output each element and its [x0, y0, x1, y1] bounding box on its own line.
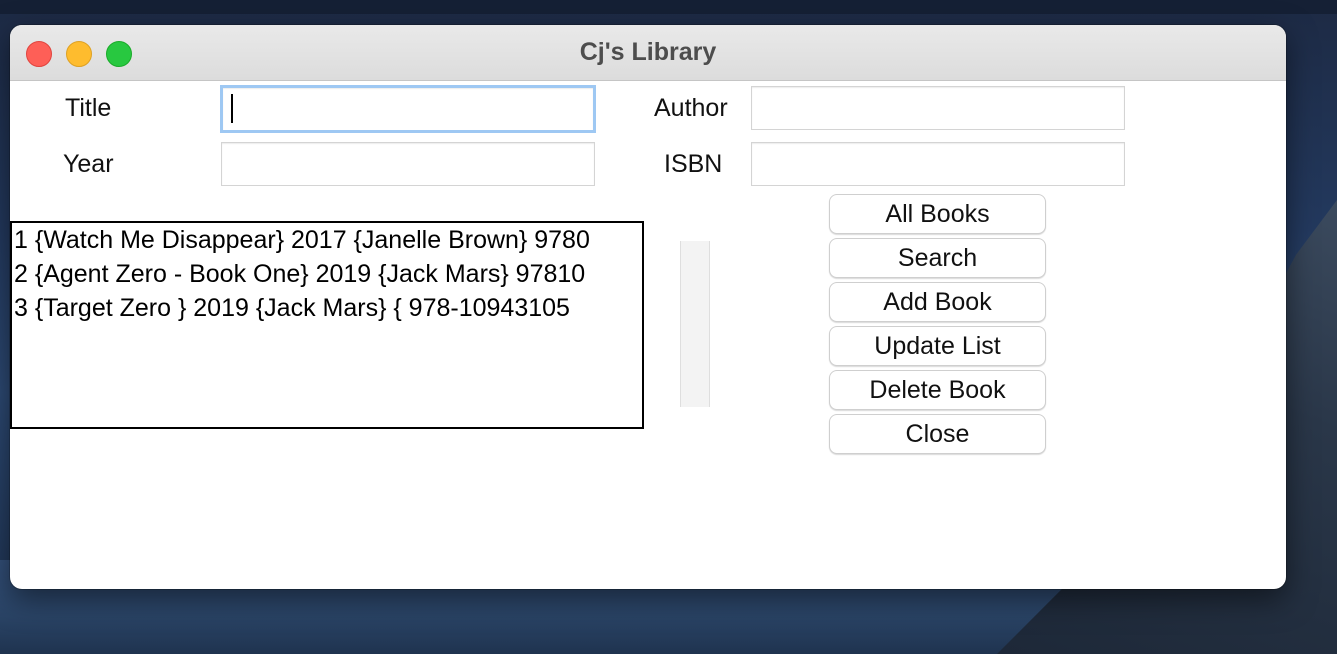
year-label: Year	[63, 150, 114, 178]
window-title: Cj's Library	[579, 38, 717, 66]
title-bar[interactable]: Cj's Library	[10, 25, 1286, 81]
desktop-menubar	[0, 0, 1337, 14]
delete-book-button[interactable]: Delete Book	[829, 370, 1046, 410]
list-item[interactable]: 1 {Watch Me Disappear} 2017 {Janelle Bro…	[12, 223, 642, 257]
author-label: Author	[654, 94, 728, 122]
search-button[interactable]: Search	[829, 238, 1046, 278]
year-input[interactable]	[221, 142, 595, 186]
author-input[interactable]	[751, 86, 1125, 130]
library-window: Cj's Library Title Year Author ISBN 1 {W…	[10, 25, 1286, 589]
add-book-button[interactable]: Add Book	[829, 282, 1046, 322]
isbn-label: ISBN	[664, 150, 723, 178]
isbn-input[interactable]	[751, 142, 1125, 186]
title-label: Title	[65, 94, 112, 122]
list-item[interactable]: 2 {Agent Zero - Book One} 2019 {Jack Mar…	[12, 257, 642, 291]
title-input[interactable]	[220, 85, 596, 133]
text-caret	[231, 94, 233, 123]
all-books-button[interactable]: All Books	[829, 194, 1046, 234]
book-listbox[interactable]: 1 {Watch Me Disappear} 2017 {Janelle Bro…	[10, 221, 644, 429]
update-list-button[interactable]: Update List	[829, 326, 1046, 366]
list-item[interactable]: 3 {Target Zero } 2019 {Jack Mars} { 978-…	[12, 291, 642, 325]
close-button[interactable]: Close	[829, 414, 1046, 454]
list-scrollbar[interactable]	[680, 241, 710, 407]
